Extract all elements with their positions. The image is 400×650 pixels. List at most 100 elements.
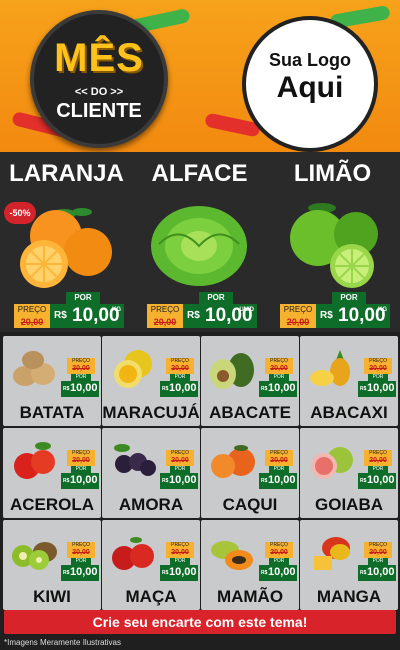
passion-fruit-icon — [114, 350, 152, 388]
old-price: 20,00 — [171, 365, 189, 372]
old-price: 20,00 — [270, 457, 288, 464]
new-price-box: R$ 10,00 — [358, 565, 396, 581]
lettuce-icon — [151, 206, 247, 286]
old-price-box: PREÇO 20,00 — [364, 450, 392, 466]
currency: R$ — [187, 310, 200, 321]
currency: R$ — [162, 478, 169, 484]
product-card-kiwi[interactable]: PREÇO 20,00 POR R$ 10,00 KIWI — [3, 520, 101, 610]
currency: R$ — [360, 478, 367, 484]
currency: R$ — [261, 570, 268, 576]
price-tag: PREÇO 20,00 POR R$ 10,00 — [61, 450, 99, 492]
old-price: 20,00 — [171, 457, 189, 464]
header: MÊS << DO >> CLIENTE Sua Logo Aqui — [0, 0, 400, 152]
product-name: MANGA — [316, 587, 382, 606]
product-name: ACEROLA — [9, 495, 95, 514]
old-price-label: PREÇO — [17, 305, 47, 314]
new-price-box: R$ 10,00 — [358, 381, 396, 397]
product-card-abacaxi[interactable]: PREÇO 20,00 POR R$ 10,00 ABACAXI — [300, 336, 398, 426]
product-card-maracuja[interactable]: PREÇO 20,00 POR R$ 10,00 MARACUJÁ — [102, 336, 200, 426]
featured-card-limao[interactable]: LIMÃO POR PREÇO 20,00 R$ 10,00 KG — [266, 152, 399, 332]
product-card-mamao[interactable]: PREÇO 20,00 POR R$ 10,00 MAMÃO — [201, 520, 299, 610]
por-label: POR — [170, 558, 190, 565]
mango-icon — [314, 537, 350, 570]
currency: R$ — [360, 386, 367, 392]
new-price: 10,00 — [268, 566, 296, 578]
old-price-box: PREÇO 20,00 — [67, 358, 95, 374]
kiwi-icon — [12, 542, 57, 570]
old-price: 20,00 — [153, 317, 177, 327]
currency: R$ — [261, 386, 268, 392]
old-price-box: PREÇO 20,00 — [364, 358, 392, 374]
product-name: ABACATE — [209, 403, 291, 422]
logo-line-2: Aqui — [276, 71, 344, 104]
product-card-abacate[interactable]: PREÇO 20,00 POR R$ 10,00 ABACATE — [201, 336, 299, 426]
mes-do-cliente-badge: MÊS << DO >> CLIENTE — [30, 10, 168, 148]
new-price: 10,00 — [367, 566, 395, 578]
old-price: 20,00 — [270, 549, 288, 556]
logo-placeholder[interactable]: Sua Logo Aqui — [242, 16, 378, 152]
new-price: 10,00 — [268, 474, 296, 486]
new-price: 10,00 — [169, 474, 197, 486]
unit: UNID — [239, 307, 254, 313]
old-price-box: PREÇO 20,00 — [166, 450, 194, 466]
old-price: 20,00 — [270, 365, 288, 372]
por-label: POR — [199, 292, 233, 304]
featured-card-laranja[interactable]: LARANJA -50% POR PREÇO 20,00 R$ 10,00 KG — [0, 152, 133, 332]
old-price-label: PREÇO — [283, 305, 313, 314]
product-card-goiaba[interactable]: PREÇO 20,00 POR R$ 10,00 GOIABA — [300, 428, 398, 518]
lime-icon — [290, 203, 378, 288]
product-name: MAÇA — [125, 587, 177, 606]
new-price-box: R$ 10,00 KG — [316, 304, 390, 328]
old-price: 20,00 — [72, 549, 90, 556]
old-price-label: PREÇO — [369, 542, 387, 548]
product-name: CAQUI — [222, 495, 278, 514]
product-name: KIWI — [33, 587, 71, 606]
price-tag: PREÇO 20,00 POR R$ 10,00 — [160, 450, 198, 492]
old-price: 20,00 — [286, 317, 310, 327]
price-tag: PREÇO 20,00 POR R$ 10,00 — [160, 542, 198, 584]
product-card-maca[interactable]: PREÇO 20,00 POR R$ 10,00 MAÇA — [102, 520, 200, 610]
price-tag: POR PREÇO 20,00 R$ 10,00 KG — [280, 292, 392, 328]
product-grid: PREÇO 20,00 POR R$ 10,00 BATATA PREÇO 20,00… — [0, 334, 400, 610]
product-name: ABACAXI — [310, 403, 388, 422]
old-price-label: PREÇO — [72, 542, 90, 548]
blackberry-icon — [114, 444, 156, 476]
persimmon-icon — [211, 445, 255, 478]
avocado-icon — [210, 353, 254, 389]
currency: R$ — [63, 386, 70, 392]
product-card-amora[interactable]: PREÇO 20,00 POR R$ 10,00 AMORA — [102, 428, 200, 518]
old-price-box: PREÇO 20,00 — [265, 450, 293, 466]
featured-card-alface[interactable]: ALFACE POR PREÇO 20,00 R$ 10,00 UNID — [133, 152, 266, 332]
currency: R$ — [360, 570, 367, 576]
badge-title: MÊS — [54, 36, 144, 80]
new-price: 10,00 — [268, 382, 296, 394]
new-price-box: R$ 10,00 — [259, 565, 297, 581]
product-name: BATATA — [19, 403, 85, 422]
product-card-manga[interactable]: PREÇO 20,00 POR R$ 10,00 MANGA — [300, 520, 398, 610]
price-tag: PREÇO 20,00 POR R$ 10,00 — [259, 358, 297, 400]
product-card-caqui[interactable]: PREÇO 20,00 POR R$ 10,00 CAQUI — [201, 428, 299, 518]
old-price-label: PREÇO — [369, 450, 387, 456]
featured-section: LARANJA -50% POR PREÇO 20,00 R$ 10,00 KG — [0, 152, 400, 332]
new-price-box: R$ 10,00 — [259, 381, 297, 397]
old-price: 20,00 — [72, 365, 90, 372]
price-tag: PREÇO 20,00 POR R$ 10,00 — [160, 358, 198, 400]
old-price-box: PREÇO 20,00 — [280, 304, 316, 328]
product-card-batata[interactable]: PREÇO 20,00 POR R$ 10,00 BATATA — [3, 336, 101, 426]
por-label: POR — [269, 374, 289, 381]
guava-icon — [311, 447, 353, 479]
price-tag: PREÇO 20,00 POR R$ 10,00 — [61, 358, 99, 400]
new-price-box: R$ 10,00 — [61, 565, 99, 581]
old-price-label: PREÇO — [270, 542, 288, 548]
old-price: 20,00 — [72, 457, 90, 464]
por-label: POR — [66, 292, 100, 304]
logo-line-1: Sua Logo — [269, 50, 351, 70]
product-card-acerola[interactable]: PREÇO 20,00 POR R$ 10,00 ACEROLA — [3, 428, 101, 518]
old-price-label: PREÇO — [150, 305, 180, 314]
price-tag: POR PREÇO 20,00 R$ 10,00 KG — [14, 292, 126, 328]
footnote: *Imagens Meramente Ilustrativas — [4, 638, 121, 647]
old-price-box: PREÇO 20,00 — [67, 450, 95, 466]
cta-banner[interactable]: Crie seu encarte com este tema! — [4, 610, 396, 634]
old-price-box: PREÇO 20,00 — [166, 542, 194, 558]
new-price-box: R$ 10,00 KG — [50, 304, 124, 328]
